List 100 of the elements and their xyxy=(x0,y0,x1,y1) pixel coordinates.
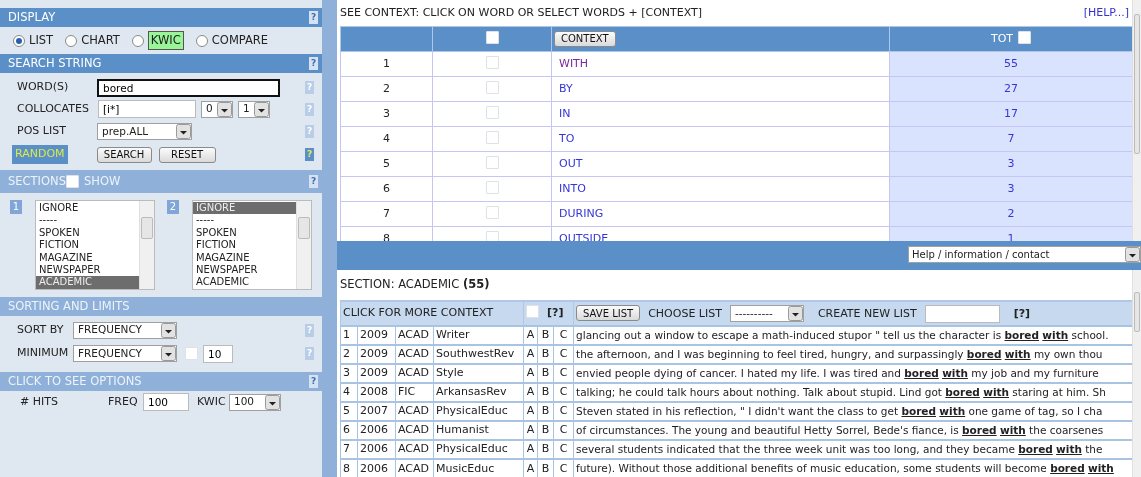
row-checkbox[interactable] xyxy=(485,80,499,94)
help-link[interactable]: [?] xyxy=(1013,306,1031,320)
letter-link[interactable]: A xyxy=(523,440,538,459)
help-link[interactable]: [HELP...] xyxy=(1083,4,1129,22)
frequency-link[interactable]: 2 xyxy=(1007,206,1015,220)
letter-link[interactable]: A xyxy=(523,383,538,402)
list-option[interactable]: SPOKEN xyxy=(36,226,139,240)
help-icon[interactable]: ? xyxy=(309,175,318,188)
input-field[interactable]: [i*] xyxy=(98,100,196,118)
word-link[interactable]: DURING xyxy=(559,206,604,220)
frequency-link[interactable]: 55 xyxy=(1004,56,1018,70)
help-icon[interactable]: ? xyxy=(309,11,318,24)
letter-link[interactable]: C xyxy=(553,421,574,440)
scrollbar[interactable] xyxy=(1132,270,1141,477)
dropdown[interactable]: FREQUENCY xyxy=(73,345,177,362)
letter-link[interactable]: B xyxy=(537,383,554,402)
letter-link[interactable]: A xyxy=(523,326,538,345)
letter-link[interactable]: A xyxy=(523,402,538,421)
help-icon[interactable]: ? xyxy=(309,375,318,388)
new-list-field[interactable] xyxy=(924,304,1000,323)
word-link[interactable]: IN xyxy=(559,106,571,120)
dropdown[interactable]: FREQUENCY xyxy=(73,321,177,339)
letter-link[interactable]: C xyxy=(553,459,574,477)
letter-link[interactable]: A xyxy=(523,421,538,440)
letter-link[interactable]: B xyxy=(537,421,554,440)
word-link[interactable]: WITH xyxy=(559,56,589,70)
letter-link[interactable]: C xyxy=(553,364,574,383)
list-dropdown[interactable]: ---------- xyxy=(729,305,804,322)
select-all-checkbox[interactable] xyxy=(526,305,540,319)
row-checkbox[interactable] xyxy=(485,205,499,219)
letter-link[interactable]: A xyxy=(523,459,538,477)
word-link[interactable]: OUTSIDE xyxy=(559,231,609,241)
list-option[interactable]: NEWSPAPER xyxy=(193,264,296,277)
dropdown[interactable]: 0 xyxy=(201,100,233,118)
letter-link[interactable]: A xyxy=(523,345,538,364)
input-field[interactable]: 100 xyxy=(143,393,189,411)
word-link[interactable]: INTO xyxy=(559,181,586,195)
row-checkbox[interactable] xyxy=(485,55,499,69)
section-listbox[interactable]: IGNORE ----- SPOKEN FICTION MAGAZINE NEWSPAPER ACADEMIC xyxy=(192,200,312,290)
list-option[interactable]: FICTION xyxy=(36,239,139,252)
row-checkbox[interactable] xyxy=(485,230,499,241)
list-option[interactable]: ----- xyxy=(193,214,296,227)
show-checkbox[interactable] xyxy=(65,175,79,188)
letter-link[interactable]: C xyxy=(553,402,574,421)
frequency-link[interactable]: 3 xyxy=(1007,181,1015,195)
row-checkbox[interactable] xyxy=(485,155,499,169)
frequency-link[interactable]: 3 xyxy=(1007,156,1015,170)
list-option[interactable]: ----- xyxy=(36,214,139,227)
letter-link[interactable]: B xyxy=(537,440,554,459)
total-checkbox[interactable] xyxy=(1018,30,1032,44)
word-link[interactable]: OUT xyxy=(559,156,583,170)
input-field[interactable]: 10 xyxy=(203,344,233,363)
help-dropdown[interactable]: Help / information / contact xyxy=(908,246,1141,263)
row-checkbox[interactable] xyxy=(485,105,499,119)
search-button[interactable]: SEARCH xyxy=(96,146,152,163)
radio-button[interactable] xyxy=(195,34,208,47)
frequency-link[interactable]: 7 xyxy=(1007,131,1015,145)
help-icon[interactable]: ? xyxy=(309,57,318,70)
dropdown[interactable]: 100 xyxy=(229,393,281,411)
letter-link[interactable]: B xyxy=(537,345,554,364)
row-checkbox[interactable] xyxy=(485,130,499,144)
row-checkbox[interactable] xyxy=(485,180,499,194)
section-listbox[interactable]: IGNORE ----- SPOKEN FICTION MAGAZINE NEWSPAPER ACADEMIC xyxy=(35,200,155,290)
list-option[interactable]: ACADEMIC xyxy=(36,276,139,289)
scrollbar[interactable] xyxy=(296,201,311,289)
list-option[interactable]: MAGAZINE xyxy=(36,251,139,265)
search-field[interactable]: bored xyxy=(97,78,280,97)
radio-button[interactable] xyxy=(131,34,144,47)
select-all-checkbox[interactable] xyxy=(485,30,499,44)
dropdown[interactable]: 1 xyxy=(238,100,270,118)
list-option[interactable]: MAGAZINE xyxy=(193,251,296,265)
letter-link[interactable]: C xyxy=(553,383,574,402)
letter-link[interactable]: A xyxy=(523,364,538,383)
frequency-link[interactable]: 27 xyxy=(1004,81,1018,95)
word-link[interactable]: BY xyxy=(559,81,573,95)
frequency-link[interactable]: 17 xyxy=(1004,106,1018,120)
list-option[interactable]: NEWSPAPER xyxy=(36,264,139,277)
letter-link[interactable]: C xyxy=(553,440,574,459)
letter-link[interactable]: C xyxy=(553,326,574,345)
list-option[interactable]: FICTION xyxy=(193,239,296,252)
radio-button[interactable] xyxy=(65,34,78,47)
dropdown[interactable]: prep.ALL xyxy=(97,123,192,140)
list-option[interactable]: ACADEMIC xyxy=(193,276,296,289)
letter-link[interactable]: B xyxy=(537,459,554,477)
list-option[interactable]: IGNORE xyxy=(36,202,139,215)
letter-link[interactable]: B xyxy=(537,402,554,421)
list-option[interactable]: IGNORE xyxy=(193,202,296,215)
scrollbar[interactable] xyxy=(139,201,154,289)
letter-link[interactable]: B xyxy=(537,364,554,383)
radio-button[interactable] xyxy=(13,34,25,47)
reset-button[interactable]: RESET xyxy=(158,146,216,163)
context-button[interactable]: CONTEXT xyxy=(554,30,616,47)
frequency-link[interactable]: 1 xyxy=(1007,231,1015,241)
scrollbar[interactable] xyxy=(1132,0,1141,241)
list-option[interactable]: SPOKEN xyxy=(193,226,296,240)
minimum-checkbox[interactable] xyxy=(185,347,198,360)
letter-link[interactable]: B xyxy=(537,326,554,345)
save-list-button[interactable]: SAVE LIST xyxy=(576,305,641,321)
word-link[interactable]: TO xyxy=(559,131,575,145)
letter-link[interactable]: C xyxy=(553,345,574,364)
